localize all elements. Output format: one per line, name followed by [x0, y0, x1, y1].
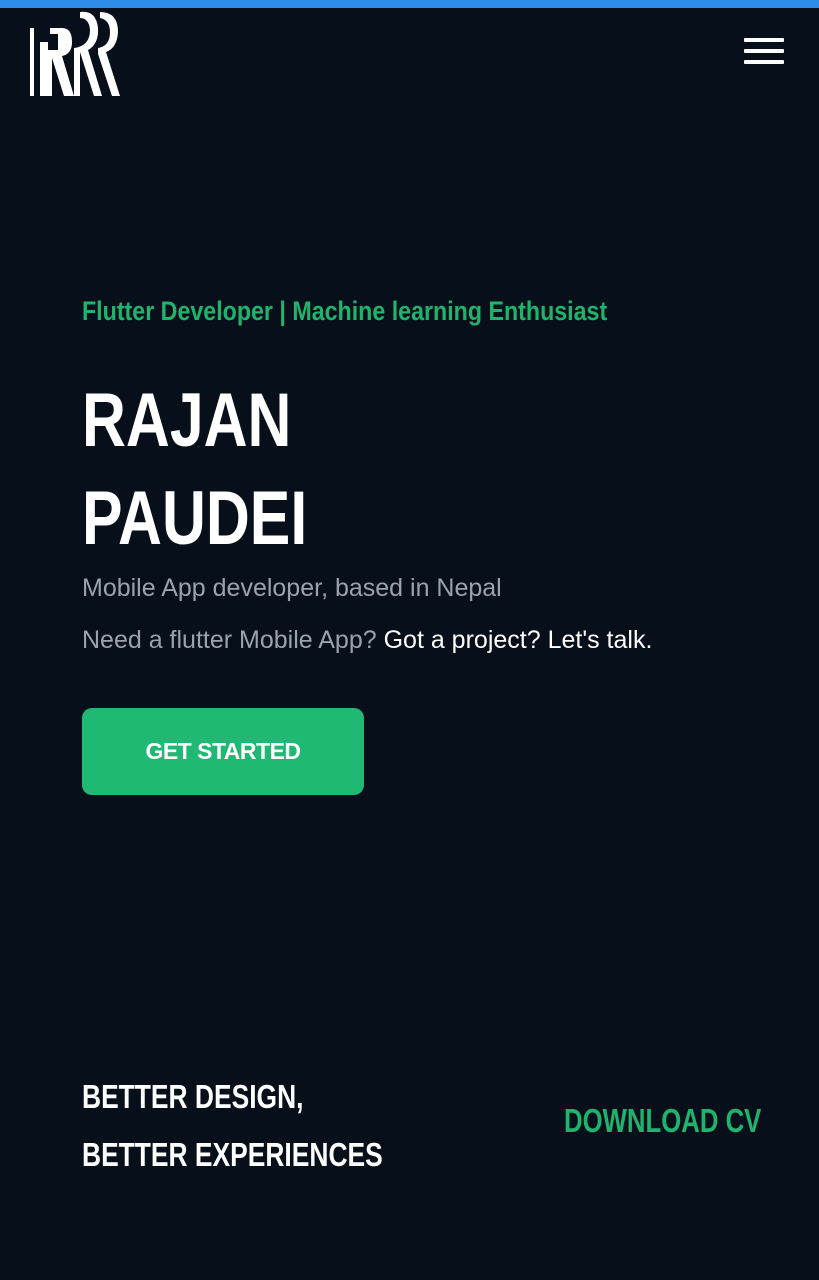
menu-line [744, 49, 784, 53]
section-heading: BETTER DESIGN, BETTER EXPERIENCES [82, 1068, 383, 1184]
top-accent-bar [0, 0, 819, 8]
cta-question: Need a flutter Mobile App? [82, 626, 377, 654]
get-started-button[interactable]: GET STARTED [82, 708, 364, 795]
menu-line [744, 60, 784, 64]
menu-line [744, 38, 784, 42]
section-heading-line1: BETTER DESIGN, [82, 1078, 304, 1115]
hero-name-last: PAUDEI [82, 476, 308, 561]
hero-subtitle: Mobile App developer, based in Nepal [82, 574, 502, 602]
section-heading-line2: BETTER EXPERIENCES [82, 1136, 383, 1173]
site-logo[interactable] [28, 8, 120, 98]
download-cv-link[interactable]: DOWNLOAD CV [564, 1102, 761, 1140]
hero-cta-text: Need a flutter Mobile App? Got a project… [82, 626, 652, 655]
hero-name: RAJAN PAUDEI [82, 372, 307, 568]
hero-tagline: Flutter Developer | Machine learning Ent… [82, 296, 608, 326]
cta-invite: Got a project? Let's talk. [383, 626, 653, 654]
rr-logo-icon [30, 11, 120, 96]
hero-name-first: RAJAN [82, 378, 292, 463]
hamburger-menu-icon[interactable] [744, 38, 784, 66]
